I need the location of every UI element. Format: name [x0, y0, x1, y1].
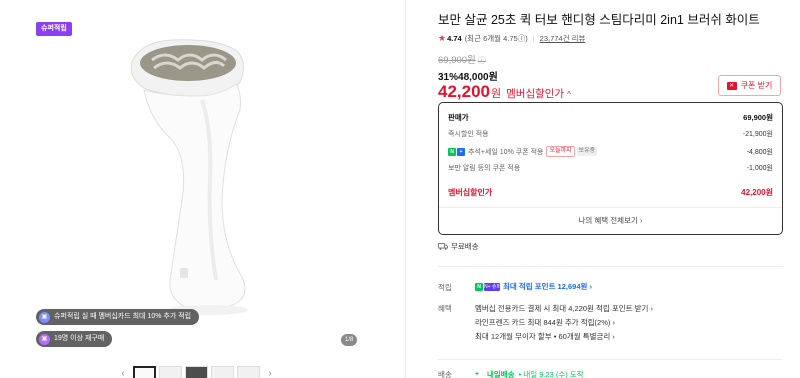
product-gallery: 슈퍼적립 ▣ 슈퍼적립 실 때 멤버십카드 최대 10% 추가 적립 ▣ 19명… — [0, 0, 405, 378]
breakdown-label: 즉시할인 적용 — [448, 131, 489, 138]
product-image[interactable] — [110, 30, 270, 320]
product-title: 보만 살균 25초 퀵 터보 핸디형 스팀다리미 2in1 브러쉬 화이트 — [438, 13, 760, 27]
breakdown-value: -1,000원 — [746, 165, 773, 172]
breakdown-row: 보만 알림 등의 쿠폰 적용 -1,000원 — [448, 163, 773, 173]
breakdown-label: 보만 알림 등의 쿠폰 적용 — [448, 165, 521, 172]
section-divider — [438, 266, 783, 267]
repurchase-pill-text: 19명 이상 재구매 — [54, 335, 105, 342]
delivery-label: 배송 — [438, 370, 452, 378]
breakdown-value: -4,800원 — [746, 148, 773, 156]
section-divider — [438, 359, 783, 360]
benefit-item[interactable]: 라인프렌즈 카드 최대 844원 추가 적립(2%) › — [475, 317, 615, 328]
info-icon[interactable]: ⓘ — [478, 56, 486, 65]
free-shipping-text: 무료배송 — [451, 242, 479, 251]
thumbnail[interactable] — [133, 366, 156, 378]
delivery-today: 내일배송 — [487, 370, 515, 378]
member-price-label: 멤버십할인가 — [506, 88, 565, 100]
coupon-icon: ✕ — [726, 81, 737, 90]
breakdown-row: 판매가 69,900원 — [448, 112, 773, 123]
review-count-link[interactable]: 23,774건 리뷰 — [540, 33, 586, 44]
repurchase-pill: ▣ 19명 이상 재구매 — [36, 331, 113, 347]
breakdown-value: -21,900원 — [742, 131, 773, 138]
breakdown-value: 42,200원 — [741, 188, 773, 197]
truck-icon — [438, 243, 448, 250]
benefits-label: 혜택 — [438, 304, 452, 313]
discount-price: 31%48,000원 — [438, 72, 498, 83]
delivery-plus-icon: + — [475, 370, 480, 378]
price-breakdown: 판매가 69,900원 즉시할인 적용 -21,900원 N + 추석+세일 10… — [438, 102, 783, 235]
column-divider — [405, 0, 406, 378]
naver-n-icon: N — [475, 282, 483, 291]
super-icon: N+ 슈퍼 — [484, 282, 502, 291]
benefit-item[interactable]: 최대 12개월 무이자 할부 • 60개월 특별금리 › — [475, 331, 615, 342]
breakdown-label: 추석+세일 10% 쿠폰 적용 — [468, 148, 544, 156]
benefit-item[interactable]: 멤버십 전용카드 결제 시 최대 4,220원 적립 포인트 받기 › — [475, 303, 653, 314]
super-point-badge: 슈퍼적립 — [36, 22, 72, 36]
breakdown-value: 69,900원 — [743, 113, 773, 122]
today-only-tag: 오늘까지 — [546, 146, 575, 157]
star-icon: ★ — [438, 33, 447, 43]
coupon-button-label: 쿠폰 받기 — [740, 81, 773, 90]
rating-row: ★ 4.74 (최근 6개월 4.75ⓘ) | 23,774건 리뷰 — [438, 33, 585, 44]
breakdown-row: 즉시할인 적용 -21,900원 — [448, 129, 773, 139]
rating-score: 4.74 — [447, 34, 462, 43]
thumbnail-strip: ‹ › — [116, 366, 277, 378]
breakdown-label-group: N + 추석+세일 10% 쿠폰 적용 오늘까지 보유중 — [448, 146, 598, 157]
thumbnail[interactable] — [159, 366, 182, 378]
plus-icon: + — [457, 147, 465, 156]
member-price: 42,200 — [438, 82, 490, 101]
member-price-row[interactable]: 42,200 원 멤버십할인가 ^ — [438, 82, 571, 102]
original-price-value: 69,900원 — [438, 55, 476, 66]
all-benefits-link[interactable]: 나의 혜택 전체보기 › — [439, 215, 782, 226]
original-price: 69,900원 ⓘ — [438, 52, 486, 66]
chevron-up-icon: ^ — [567, 90, 571, 99]
breakdown-total-row: 멤버십할인가 42,200원 — [448, 187, 773, 198]
rating-recent[interactable]: (최근 6개월 4.75ⓘ) — [465, 33, 528, 44]
breakdown-label: 판매가 — [448, 113, 469, 122]
free-shipping: 무료배송 — [438, 241, 479, 252]
separator: | — [532, 34, 535, 43]
membership-card-pill: ▣ 슈퍼적립 실 때 멤버십카드 최대 10% 추가 적립 — [36, 309, 200, 325]
thumb-next-icon[interactable]: › — [263, 368, 277, 378]
breakdown-label: 멤버십할인가 — [448, 188, 493, 197]
repurchase-icon: ▣ — [39, 333, 50, 345]
breakdown-divider — [439, 207, 782, 208]
delivery-date: • 내일 9.23 (수) 도착 — [518, 370, 584, 378]
product-info: 보만 살균 25초 퀵 터보 핸디형 스팀다리미 2in1 브러쉬 화이트 ★ … — [438, 0, 783, 378]
points-label: 적립 — [438, 283, 452, 292]
thumb-prev-icon[interactable]: ‹ — [116, 368, 130, 378]
points-value[interactable]: N N+ 슈퍼 최대 적립 포인트 12,694원 › — [475, 281, 592, 292]
naver-n-icon: N — [448, 147, 456, 156]
thumbnail[interactable] — [237, 366, 260, 378]
points-text: 최대 적립 포인트 12,694원 › — [503, 282, 592, 291]
coupon-button[interactable]: ✕ 쿠폰 받기 — [718, 75, 781, 96]
delivery-value: + 내일배송 • 내일 9.23 (수) 도착 — [475, 369, 584, 378]
thumbnail[interactable] — [185, 366, 208, 378]
thumbnail[interactable] — [211, 366, 234, 378]
member-price-unit: 원 — [491, 88, 502, 100]
card-icon: ▣ — [39, 311, 50, 323]
membership-card-pill-text: 슈퍼적립 실 때 멤버십카드 최대 10% 추가 적립 — [54, 313, 192, 320]
image-page-counter: 1/8 — [341, 334, 358, 346]
owned-tag: 보유중 — [576, 147, 598, 156]
breakdown-row: N + 추석+세일 10% 쿠폰 적용 오늘까지 보유중 -4,800원 — [448, 146, 773, 157]
